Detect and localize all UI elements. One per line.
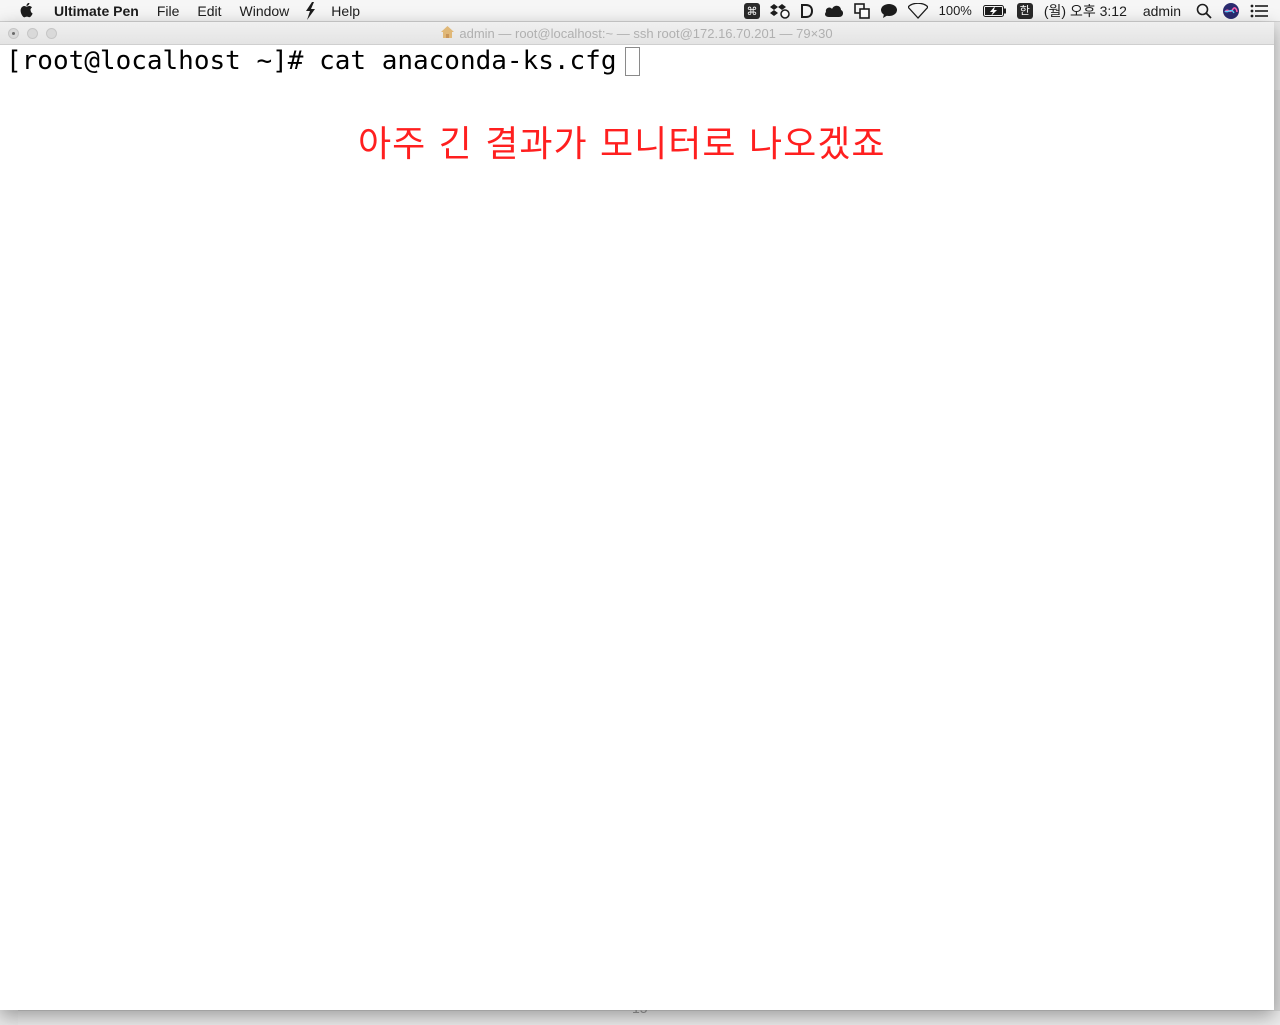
- terminal-window[interactable]: admin — root@localhost:~ — ssh root@172.…: [0, 22, 1274, 1010]
- menu-bar: Ultimate Pen File Edit Window Help ⌘ 100…: [0, 0, 1280, 22]
- ultimate-pen-icon[interactable]: [298, 0, 322, 22]
- pen-annotation: 아주 긴 결과가 모니터로 나오겠죠: [358, 124, 886, 165]
- battery-percent[interactable]: 100%: [933, 0, 978, 22]
- notification-center-icon[interactable]: [1245, 0, 1280, 22]
- window-title: admin — root@localhost:~ — ssh root@172.…: [459, 26, 833, 41]
- clock[interactable]: (월) 오후 3:12: [1038, 0, 1133, 22]
- window-titlebar[interactable]: admin — root@localhost:~ — ssh root@172.…: [0, 22, 1274, 45]
- shell-prompt: [root@localhost ~]#: [6, 46, 320, 76]
- siri-icon[interactable]: [1217, 0, 1245, 22]
- menu-edit[interactable]: Edit: [188, 0, 230, 22]
- menu-file[interactable]: File: [148, 0, 189, 22]
- command-key-icon[interactable]: ⌘: [739, 0, 765, 22]
- wifi-icon[interactable]: [903, 0, 933, 22]
- home-folder-icon: [441, 22, 455, 45]
- svg-text:⌘: ⌘: [746, 5, 757, 18]
- text-cursor: [624, 46, 640, 76]
- terminal-content[interactable]: [root@localhost ~]# cat anaconda-ks.cfg …: [0, 45, 1274, 165]
- spotlight-search-icon[interactable]: [1191, 0, 1217, 22]
- battery-charging-icon[interactable]: [978, 0, 1012, 22]
- input-method-indicator[interactable]: 한: [1012, 0, 1038, 22]
- dropbox-sync-icon[interactable]: [765, 0, 795, 22]
- scrollbar[interactable]: [1268, 45, 1274, 1010]
- typed-command: cat anaconda-ks.cfg: [319, 46, 617, 76]
- input-method-label: 한: [1016, 3, 1033, 19]
- d-app-icon[interactable]: [795, 0, 819, 22]
- screen-share-icon[interactable]: [849, 0, 875, 22]
- cloud-icon[interactable]: [819, 0, 849, 22]
- user-account[interactable]: admin: [1133, 0, 1191, 22]
- apple-menu-icon[interactable]: [0, 0, 54, 22]
- background-window: [18, 1010, 1280, 1025]
- menu-app-name[interactable]: Ultimate Pen: [54, 0, 148, 22]
- menu-window[interactable]: Window: [231, 0, 299, 22]
- background-window-edge: [1274, 90, 1280, 1024]
- chat-bubble-icon[interactable]: [875, 0, 903, 22]
- command-line: [root@localhost ~]# cat anaconda-ks.cfg: [6, 45, 1274, 77]
- window-title-container: admin — root@localhost:~ — ssh root@172.…: [0, 22, 1274, 45]
- menu-help[interactable]: Help: [322, 0, 369, 22]
